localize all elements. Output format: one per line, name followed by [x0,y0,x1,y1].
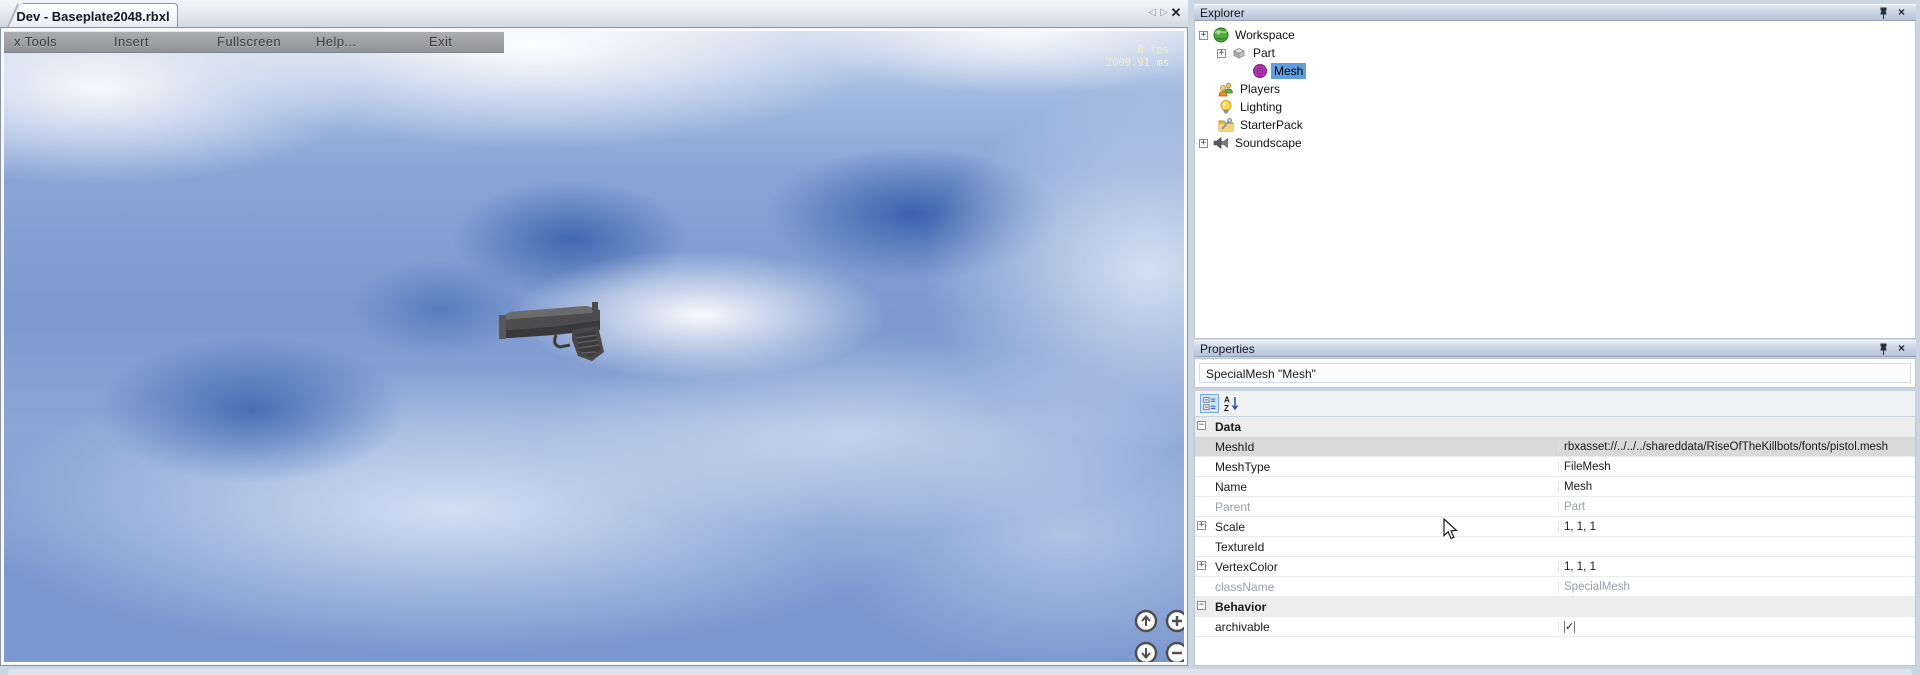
properties-close-icon[interactable]: × [1895,341,1908,355]
property-section-data[interactable]: − Data [1195,417,1915,437]
menu-item-fullscreen[interactable]: Fullscreen [217,34,281,50]
game-viewport[interactable]: x Tools Insert Fullscreen Help... Exit 0… [4,31,1184,662]
collapse-toggle-icon[interactable]: − [1197,421,1206,430]
tree-item-label-selected: Mesh [1271,63,1306,79]
collapse-toggle-icon[interactable]: − [1197,601,1206,610]
property-name: archivable [1209,620,1558,634]
document-tab-strip: Dev - Baseplate2048.rbxl ◁ ▷ ✕ [0,0,1188,28]
tree-item-soundscape[interactable]: + Soundscape [1199,134,1305,152]
camera-tilt-up-button[interactable] [1134,609,1158,633]
properties-grid: − Data MeshId rbxasset://../../../shared… [1194,417,1916,666]
property-value[interactable]: 1, 1, 1 [1558,521,1915,533]
menu-item-help[interactable]: Help... [316,34,356,50]
menu-item-insert[interactable]: Insert [114,34,149,50]
property-value[interactable]: Mesh [1558,481,1915,493]
expand-toggle-icon[interactable]: + [1199,139,1208,148]
explorer-panel-title: Explorer [1200,5,1245,21]
tree-item-label: Workspace [1232,27,1298,43]
property-name: MeshId [1209,440,1558,454]
property-row-archivable[interactable]: archivable ✓ [1195,617,1915,637]
pistol-mesh-object[interactable] [496,286,621,366]
tree-item-label: Players [1237,81,1283,97]
svg-text:Z: Z [1224,404,1229,413]
property-value: SpecialMesh [1558,581,1915,593]
property-name: Name [1209,480,1558,494]
tree-item-mesh[interactable]: Mesh [1247,62,1306,80]
expand-toggle-icon[interactable]: + [1217,49,1226,58]
tree-item-label: StarterPack [1237,117,1306,133]
property-row-scale[interactable]: + Scale 1, 1, 1 [1195,517,1915,537]
section-label: Data [1209,420,1909,434]
legacy-menu-bar: x Tools Insert Fullscreen Help... Exit [4,32,504,53]
menu-item-tools[interactable]: x Tools [14,34,57,50]
expand-toggle-icon[interactable]: + [1197,521,1206,530]
zoom-in-button[interactable] [1165,609,1184,633]
explorer-panel-header: Explorer × [1194,4,1916,21]
selected-object-label[interactable]: SpecialMesh "Mesh" [1199,363,1911,383]
categorized-view-icon[interactable] [1200,394,1219,413]
starterpack-folder-icon [1218,117,1234,133]
part-block-icon [1231,45,1247,61]
property-name: TextureId [1209,540,1558,554]
expand-toggle-icon[interactable]: + [1197,561,1206,570]
property-name: VertexColor [1209,560,1558,574]
property-value[interactable]: 1, 1, 1 [1558,561,1915,573]
workspace-globe-icon [1213,27,1229,43]
property-row-classname[interactable]: className SpecialMesh [1195,577,1915,597]
property-name: MeshType [1209,460,1558,474]
pin-icon[interactable] [1877,7,1890,20]
document-close-icon[interactable]: ✕ [1169,4,1183,22]
tree-item-players[interactable]: Players [1213,80,1283,98]
document-tab-title: Dev - Baseplate2048.rbxl [16,9,169,24]
explorer-tree: + Workspace + Part Mesh [1194,21,1916,339]
status-strip-bar [8,669,1912,675]
status-strip [0,666,1920,675]
tree-item-label: Lighting [1237,99,1285,115]
document-window: x Tools Insert Fullscreen Help... Exit 0… [0,27,1188,666]
properties-panel-title: Properties [1200,341,1255,357]
archivable-checkbox[interactable]: ✓ [1564,621,1575,633]
property-name: className [1209,580,1558,594]
property-row-parent[interactable]: Parent Part [1195,497,1915,517]
menu-item-exit[interactable]: Exit [429,34,452,50]
property-row-meshid[interactable]: MeshId rbxasset://../../../shareddata/Ri… [1195,437,1915,457]
property-row-meshtype[interactable]: MeshType FileMesh [1195,457,1915,477]
tree-item-starterpack[interactable]: StarterPack [1213,116,1306,134]
property-row-vertexcolor[interactable]: + VertexColor 1, 1, 1 [1195,557,1915,577]
tree-item-lighting[interactable]: Lighting [1213,98,1285,116]
camera-tilt-down-button[interactable] [1134,641,1158,662]
properties-object-box: SpecialMesh "Mesh" [1194,358,1916,388]
property-value[interactable]: FileMesh [1558,461,1915,473]
tree-item-part[interactable]: + Part [1217,44,1278,62]
tree-item-workspace[interactable]: + Workspace [1199,26,1298,44]
tree-item-label: Soundscape [1232,135,1305,151]
expand-toggle-icon[interactable]: + [1199,31,1208,40]
pin-icon[interactable] [1877,343,1890,356]
document-tab[interactable]: Dev - Baseplate2048.rbxl [8,3,178,28]
property-value[interactable]: rbxasset://../../../shareddata/RiseOfThe… [1558,441,1915,453]
section-label: Behavior [1209,600,1909,614]
properties-panel-header: Properties × [1194,340,1916,357]
mouse-cursor [1443,518,1459,542]
soundscape-speaker-icon [1213,135,1229,151]
frame-time: 2009.91 ms [1106,57,1169,70]
tree-item-label: Part [1250,45,1278,61]
alphabetical-sort-icon[interactable]: A Z [1222,394,1241,413]
property-row-textureid[interactable]: TextureId [1195,537,1915,557]
players-icon [1218,81,1234,97]
lighting-bulb-icon [1218,99,1234,115]
property-name: Scale [1209,520,1558,534]
zoom-out-button[interactable] [1165,641,1184,662]
fps-counter: 0 fps [1106,44,1169,57]
properties-toolbar: A Z [1194,390,1916,417]
property-row-name[interactable]: Name Mesh [1195,477,1915,497]
property-section-behavior[interactable]: − Behavior [1195,597,1915,617]
performance-overlay: 0 fps 2009.91 ms [1106,44,1169,70]
property-name: Parent [1209,500,1558,514]
explorer-close-icon[interactable]: × [1895,5,1908,19]
mesh-sphere-icon [1252,63,1268,79]
property-value: Part [1558,501,1915,513]
